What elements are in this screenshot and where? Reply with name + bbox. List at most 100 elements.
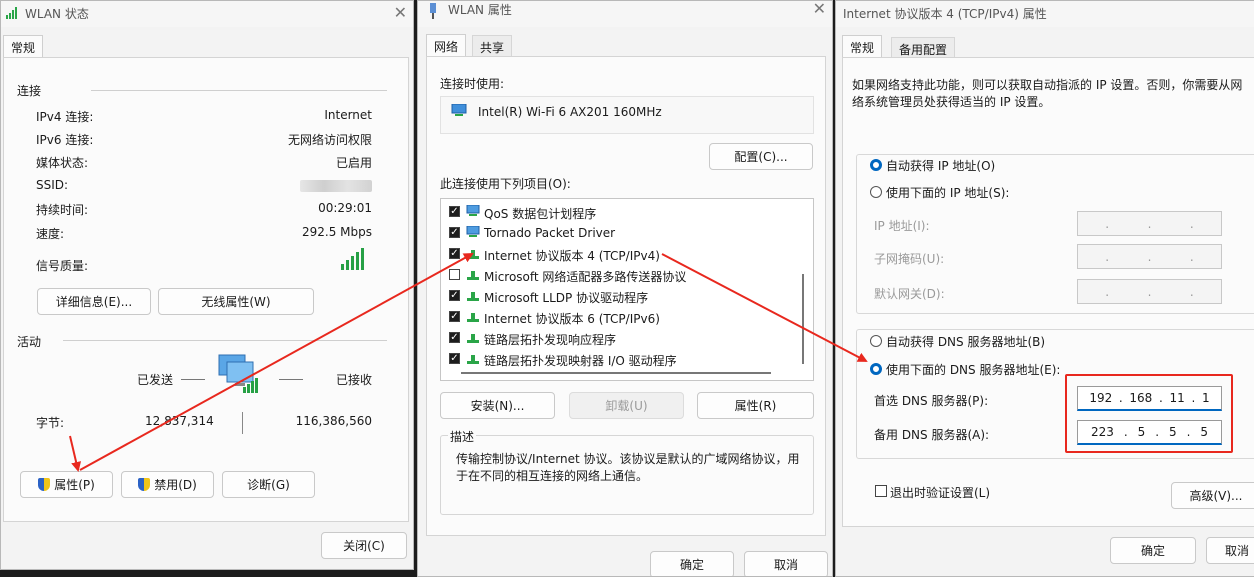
manual-ip-radio[interactable] — [870, 186, 882, 198]
tab-alternate-config[interactable]: 备用配置 — [891, 37, 956, 59]
tab-networking[interactable]: 网络 — [426, 34, 467, 56]
list-item[interactable]: ✓ Internet 协议版本 6 (TCP/IPv6) — [441, 307, 791, 328]
item-label: Microsoft LLDP 协议驱动程序 — [484, 291, 649, 305]
dns-highlight-box — [1065, 374, 1233, 453]
auto-dns-label[interactable]: 自动获得 DNS 服务器地址(B) — [886, 333, 1045, 350]
default-gateway-label: 默认网关(D): — [874, 287, 945, 301]
protocol-icon — [466, 290, 480, 302]
status-properties-button[interactable]: 属性(P) — [20, 471, 113, 498]
uac-shield-icon — [38, 478, 51, 491]
item-checkbox[interactable]: ✓ — [449, 332, 460, 343]
protocol-icon — [466, 332, 480, 344]
alternate-dns-label: 备用 DNS 服务器(A): — [874, 428, 990, 442]
status-close-label: 关闭(C) — [343, 539, 385, 553]
list-item[interactable]: ✓ 链路层拓扑发现映射器 I/O 驱动程序 — [441, 349, 791, 370]
item-checkbox[interactable] — [449, 269, 460, 280]
received-line — [279, 379, 303, 380]
ip-address-field: ... — [1077, 211, 1222, 236]
status-close-button[interactable]: 关闭(C) — [321, 532, 407, 559]
auto-ip-label[interactable]: 自动获得 IP 地址(O) — [886, 157, 995, 174]
auto-ip-radio[interactable] — [870, 159, 882, 171]
tab-general[interactable]: 常规 — [3, 35, 44, 57]
status-titlebar[interactable]: WLAN 状态 ✕ — [1, 1, 413, 27]
item-label: QoS 数据包计划程序 — [484, 207, 597, 221]
protocol-icon — [466, 353, 480, 365]
install-button[interactable]: 安装(N)... — [440, 392, 555, 419]
info-label-speed: 速度: — [36, 227, 65, 241]
details-button-label: 详细信息(E)... — [55, 295, 133, 309]
subnet-mask-label: 子网掩码(U): — [874, 252, 945, 266]
subnet-mask-field: ... — [1077, 244, 1222, 269]
ipv4-ok-button[interactable]: 确定 — [1110, 537, 1196, 564]
validate-settings-checkbox[interactable] — [875, 485, 887, 497]
list-item[interactable]: ✓ QoS 数据包计划程序 — [441, 202, 791, 223]
network-computers-icon — [215, 353, 265, 397]
auto-dns-radio[interactable] — [870, 335, 882, 347]
wireless-properties-label: 无线属性(W) — [201, 295, 271, 309]
network-adapter-icon — [428, 3, 438, 19]
tab-sharing[interactable]: 共享 — [472, 35, 513, 57]
list-item[interactable]: ✓ 链路层拓扑发现响应程序 — [441, 328, 791, 349]
manual-dns-radio[interactable] — [870, 363, 882, 375]
item-checkbox[interactable]: ✓ — [449, 311, 460, 322]
item-label: 链路层拓扑发现映射器 I/O 驱动程序 — [484, 354, 677, 368]
ipv4-cancel-button[interactable]: 取消 — [1206, 537, 1254, 564]
details-button[interactable]: 详细信息(E)... — [37, 288, 151, 315]
wireless-properties-button[interactable]: 无线属性(W) — [158, 288, 314, 315]
validate-settings-label[interactable]: 退出时验证设置(L) — [890, 484, 990, 501]
status-properties-label: 属性(P) — [54, 478, 95, 492]
uninstall-label: 卸载(U) — [605, 399, 648, 413]
list-item[interactable]: ✓ Tornado Packet Driver — [441, 223, 791, 244]
install-label: 安装(N)... — [470, 399, 525, 413]
activity-section-title: 活动 — [17, 335, 42, 349]
item-checkbox[interactable]: ✓ — [449, 248, 460, 259]
item-checkbox[interactable]: ✓ — [449, 353, 460, 364]
configure-button[interactable]: 配置(C)... — [709, 143, 813, 170]
item-checkbox[interactable]: ✓ — [449, 227, 460, 238]
info-value-ipv6: 无网络访问权限 — [287, 133, 372, 147]
description-title: 描述 — [448, 428, 477, 445]
disable-button[interactable]: 禁用(D) — [121, 471, 214, 498]
list-vertical-scrollbar[interactable] — [802, 274, 804, 364]
protocol-icon — [466, 311, 480, 323]
list-item[interactable]: ✓ Internet 协议版本 4 (TCP/IPv4) — [441, 244, 791, 265]
item-label: Tornado Packet Driver — [484, 226, 616, 240]
tab-ipv4-general[interactable]: 常规 — [842, 35, 883, 57]
close-icon[interactable]: ✕ — [813, 1, 826, 18]
info-label-ipv6: IPv6 连接: — [36, 133, 94, 147]
ipv4-ok-label: 确定 — [1140, 544, 1165, 558]
item-label: Microsoft 网络适配器多路传送器协议 — [484, 270, 687, 284]
description-text: 传输控制协议/Internet 协议。该协议是默认的广域网络协议，用于在不同的相… — [456, 452, 800, 483]
diagnose-button[interactable]: 诊断(G) — [222, 471, 315, 498]
item-label: Internet 协议版本 4 (TCP/IPv4) — [484, 249, 660, 263]
item-properties-button[interactable]: 属性(R) — [697, 392, 814, 419]
props-ok-button[interactable]: 确定 — [650, 551, 734, 576]
props-window-title: WLAN 属性 — [448, 3, 512, 17]
default-gateway-field: ... — [1077, 279, 1222, 304]
item-checkbox[interactable]: ✓ — [449, 290, 460, 301]
manual-dns-label[interactable]: 使用下面的 DNS 服务器地址(E): — [886, 361, 1060, 378]
uac-shield-icon — [138, 478, 151, 491]
manual-ip-label[interactable]: 使用下面的 IP 地址(S): — [886, 184, 1009, 201]
adapter-name: Intel(R) Wi-Fi 6 AX201 160MHz — [478, 105, 662, 119]
wifi-icon — [5, 7, 19, 19]
status-window-title: WLAN 状态 — [25, 7, 89, 21]
info-value-ipv4: Internet — [324, 108, 372, 122]
item-label: 链路层拓扑发现响应程序 — [484, 333, 617, 347]
sent-line — [181, 379, 205, 380]
props-cancel-button[interactable]: 取消 — [744, 551, 828, 576]
close-icon[interactable]: ✕ — [394, 3, 407, 22]
activity-divider — [63, 340, 387, 341]
props-titlebar[interactable]: WLAN 属性 ✕ — [418, 1, 832, 27]
info-value-duration: 00:29:01 — [318, 201, 372, 215]
info-value-media: 已启用 — [335, 156, 372, 170]
items-list: ✓ QoS 数据包计划程序 ✓ Tornado Packet Driver ✓ … — [440, 198, 814, 381]
ssid-redacted — [300, 180, 372, 192]
advanced-button[interactable]: 高级(V)... — [1171, 482, 1254, 509]
list-horizontal-scrollbar[interactable] — [461, 372, 771, 374]
list-item[interactable]: ✓ Microsoft LLDP 协议驱动程序 — [441, 286, 791, 307]
uninstall-button: 卸载(U) — [569, 392, 684, 419]
list-item[interactable]: Microsoft 网络适配器多路传送器协议 — [441, 265, 791, 286]
ipv4-titlebar[interactable]: Internet 协议版本 4 (TCP/IPv4) 属性 — [836, 1, 1254, 27]
item-checkbox[interactable]: ✓ — [449, 206, 460, 217]
